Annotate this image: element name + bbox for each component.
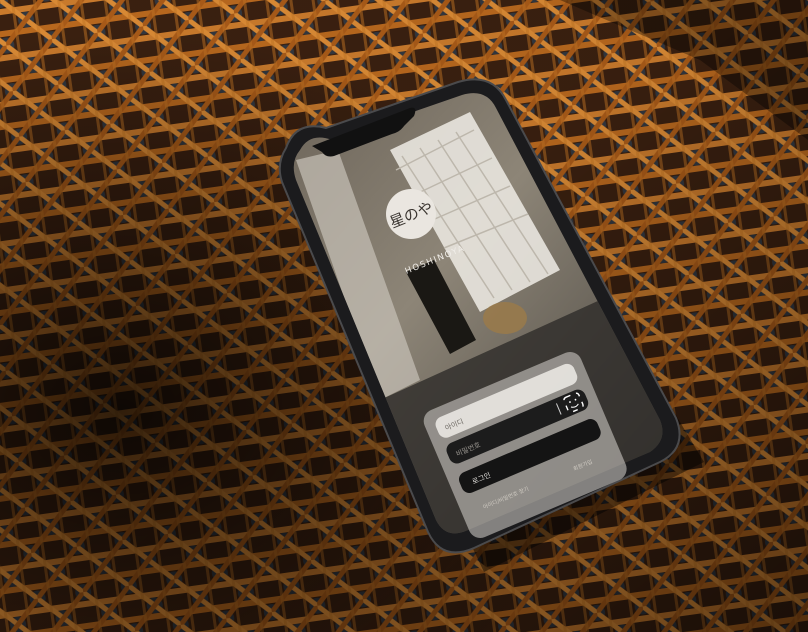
app-logo: 星のや	[386, 189, 436, 239]
chair	[483, 302, 527, 334]
product-photo: 星のや HOSHINOYA 아이디 비밀번호 로그인 아이디/비밀번호 찾기 회…	[0, 0, 808, 632]
